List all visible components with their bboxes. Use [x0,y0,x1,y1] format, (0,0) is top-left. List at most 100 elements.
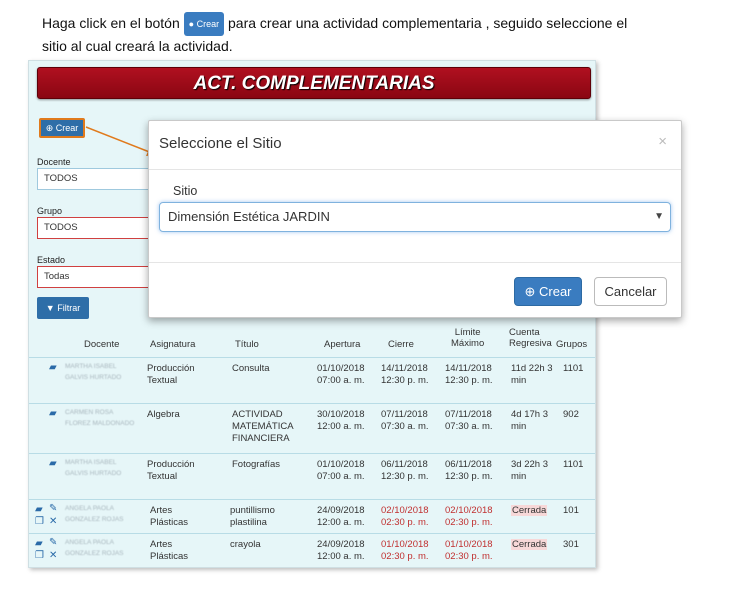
apertura-cell: 01/10/2018 07:00 a. m. [317,363,365,387]
titulo-cell: puntillismo plastilina [230,505,275,529]
col-cuenta-line2: Regresiva [509,338,552,349]
apertura-date: 24/09/2018 [317,539,365,550]
filtrar-button[interactable]: ▼ Filtrar [37,297,89,319]
folder-icon[interactable]: ▰ [49,458,57,470]
cierre-cell: 01/10/2018 02:30 p. m. [381,539,429,563]
titulo-cell: ACTIVIDAD MATEMÁTICA FINANCIERA [232,409,294,445]
cierre-time: 12:30 p. m. [381,471,429,482]
col-limite-line1: Límite [454,327,481,338]
limite-time: 07:30 a. m. [445,421,493,432]
docente-name: MARTHA ISABEL GALVIS HURTADO [65,363,122,381]
grupo-select[interactable]: TODOS [37,217,157,239]
table-row: ▰ MARTHA ISABEL GALVIS HURTADO Producció… [29,453,595,499]
titulo-line1: ACTIVIDAD [232,409,283,420]
limite-date: 06/11/2018 [445,459,492,470]
cierre-date: 07/11/2018 [381,409,428,420]
plus-circle-icon: ⊕ [45,123,54,133]
close-icon[interactable]: × [658,133,667,150]
apertura-time: 12:00 a. m. [317,551,365,562]
cierre-time: 02:30 p. m. [381,551,429,562]
asignatura-cell: Producción Textual [147,363,195,387]
col-cuenta-line1: Cuenta [509,327,540,338]
asignatura-line2: Textual [147,375,178,386]
cuenta-line2: min [511,421,527,432]
cuenta-line2: min [511,375,527,386]
asignatura-line2: Plásticas [150,551,189,562]
limite-time: 02:30 p. m. [445,517,493,528]
apertura-time: 07:00 a. m. [317,471,365,482]
asignatura-line1: Producción [147,459,195,470]
modal-title: Seleccione el Sitio [159,135,282,152]
estado-select[interactable]: Todas [37,266,157,288]
cierre-cell: 14/11/2018 12:30 p. m. [381,363,429,387]
grupos-cell: 1101 [563,363,584,374]
filtrar-label: Filtrar [57,303,81,313]
limite-cell: 14/11/2018 12:30 p. m. [445,363,493,387]
titulo-line1: puntillismo [230,505,275,516]
cierre-date: 14/11/2018 [381,363,428,374]
modal-crear-label: Crear [539,284,572,299]
table-header: Docente Asignatura Título Apertura Cierr… [29,323,595,357]
grupos-cell: 902 [563,409,579,420]
table-row: ▰ MARTHA ISABEL GALVIS HURTADO Producció… [29,357,595,403]
titulo-line2: MATEMÁTICA [232,421,294,432]
pencil-icon[interactable]: ✎ [49,537,57,549]
sitio-select[interactable]: Dimensión Estética JARDIN ▼ [159,202,671,232]
apertura-date: 01/10/2018 [317,363,365,374]
apertura-cell: 24/09/2018 12:00 a. m. [317,539,365,563]
table-row: ▰ CARMEN ROSA FLOREZ MALDONADO Algebra A… [29,403,595,453]
limite-date: 14/11/2018 [445,363,492,374]
docente-name: ANGELA PAOLA GONZALEZ ROJAS [65,539,124,557]
titulo-line2: plastilina [230,517,267,528]
docente-select[interactable]: TODOS [37,168,157,190]
cierre-time: 07:30 a. m. [381,421,429,432]
pencil-icon[interactable]: ✎ [49,503,57,515]
divider [149,169,681,170]
titulo-line3: FINANCIERA [232,433,290,444]
table-row: ▰ ✎ ❐ ✕ ANGELA PAOLA GONZALEZ ROJAS Arte… [29,499,595,533]
apertura-cell: 30/10/2018 12:00 a. m. [317,409,365,433]
closed-badge: Cerrada [511,539,548,550]
docente-name: CARMEN ROSA FLOREZ MALDONADO [65,409,135,427]
titulo-cell: crayola [230,539,261,550]
apertura-cell: 01/10/2018 07:00 a. m. [317,459,365,483]
titulo-cell: Consulta [232,363,270,374]
cierre-cell: 06/11/2018 12:30 p. m. [381,459,429,483]
folder-icon[interactable]: ▰ [49,408,57,420]
delete-icon[interactable]: ✕ [49,516,57,528]
cuenta-cell: 3d 22h 3 min [511,459,548,483]
plus-circle-icon: ⊕ [524,284,536,299]
instruction-text: Haga click en el botón ● Crear para crea… [42,12,642,56]
limite-cell: 07/11/2018 07:30 a. m. [445,409,493,433]
crear-button[interactable]: ⊕ Crear [39,118,85,138]
select-site-modal: Seleccione el Sitio × Sitio Dimensión Es… [148,120,682,318]
apertura-cell: 24/09/2018 12:00 a. m. [317,505,365,529]
inline-crear-button-example: ● Crear [183,12,225,36]
cierre-cell: 07/11/2018 07:30 a. m. [381,409,429,433]
copy-icon[interactable]: ❐ [35,550,44,562]
apertura-date: 30/10/2018 [317,409,365,420]
folder-icon[interactable]: ▰ [49,362,57,374]
folder-icon[interactable]: ▰ [35,504,43,516]
instruction-part1: Haga click en el botón [42,15,180,31]
cuenta-cell: 11d 22h 3 min [511,363,553,387]
asignatura-cell: Algebra [147,409,180,420]
table-row: ▰ ✎ ❐ ✕ ANGELA PAOLA GONZALEZ ROJAS Arte… [29,533,595,567]
delete-icon[interactable]: ✕ [49,550,57,562]
col-cierre: Cierre [388,339,414,350]
folder-icon[interactable]: ▰ [35,538,43,550]
cierre-date: 06/11/2018 [381,459,428,470]
modal-crear-button[interactable]: ⊕ Crear [514,277,582,306]
asignatura-line2: Textual [147,471,178,482]
limite-time: 12:30 p. m. [445,375,493,386]
grupo-label: Grupo [37,206,63,216]
limite-cell: 02/10/2018 02:30 p. m. [445,505,493,529]
cancel-button[interactable]: Cancelar [594,277,667,306]
limite-date: 02/10/2018 [445,505,493,516]
copy-icon[interactable]: ❐ [35,516,44,528]
apertura-date: 24/09/2018 [317,505,365,516]
sitio-value: Dimensión Estética JARDIN [168,209,330,224]
limite-date: 07/11/2018 [445,409,492,420]
cuenta-line1: 3d 22h 3 [511,459,548,470]
cuenta-cell: 4d 17h 3 min [511,409,548,433]
